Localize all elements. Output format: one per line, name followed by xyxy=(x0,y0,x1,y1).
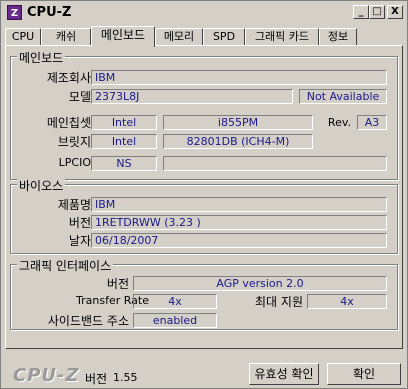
southbridge-model-value: 82801DB (ICH4-M) xyxy=(163,134,313,149)
southbridge-label: 브릿지 xyxy=(57,135,91,149)
cpuz-brand-logo: CPU-Z xyxy=(13,365,80,386)
chipset-label: 메인칩셋 xyxy=(46,116,91,130)
close-button[interactable]: X xyxy=(387,5,403,19)
max-supported-value: 4x xyxy=(307,294,387,309)
lpcio-model-value xyxy=(163,156,387,171)
bios-group: 바이오스 제품명 IBM 버전 1RETDRWW (3.23 ) 날자 06/1… xyxy=(10,177,398,254)
tab-graphics[interactable]: 그래픽 카드 xyxy=(245,28,319,45)
model-revision-value: Not Available xyxy=(299,89,387,104)
title-bar[interactable]: Z CPU-Z _ □ X xyxy=(3,3,405,22)
max-supported-label: 최대 지원 xyxy=(255,295,303,309)
tab-cpu[interactable]: CPU xyxy=(5,28,41,45)
chipset-vendor-value: Intel xyxy=(91,115,157,130)
graphic-interface-group: 그래픽 인터페이스 버전 AGP version 2.0 Transfer Ra… xyxy=(10,257,398,330)
tab-bar: CPU 캐쉬 메인보드 메모리 SPD 그래픽 카드 정보 xyxy=(5,26,405,47)
mainboard-legend: 메인보드 xyxy=(17,49,66,66)
rev-label: Rev. xyxy=(327,116,351,129)
lpcio-label: LPCIO xyxy=(58,156,91,169)
tab-cache[interactable]: 캐쉬 xyxy=(41,28,91,45)
tab-memory[interactable]: 메모리 xyxy=(155,28,203,45)
minimize-button[interactable]: _ xyxy=(353,5,369,19)
mainboard-panel: 메인보드 제조회사 IBM 모델 2373L8J Not Available 메… xyxy=(5,45,403,349)
chipset-rev-value: A3 xyxy=(357,115,387,130)
footer-version-label: 버전 xyxy=(85,372,108,386)
model-label: 모델 xyxy=(68,90,91,104)
bios-date-value: 06/18/2007 xyxy=(91,233,387,248)
footer-version-value: 1.55 xyxy=(113,371,138,384)
model-value: 2373L8J xyxy=(91,89,293,104)
southbridge-vendor-value: Intel xyxy=(91,134,157,149)
chipset-model-value: i855PM xyxy=(163,115,313,130)
manufacturer-label: 제조회사 xyxy=(46,71,91,85)
gi-version-value: AGP version 2.0 xyxy=(133,276,387,291)
tab-about[interactable]: 정보 xyxy=(319,28,357,45)
validate-button[interactable]: 유효성 확인 xyxy=(249,363,319,385)
manufacturer-value: IBM xyxy=(91,70,387,85)
lpcio-vendor-value: NS xyxy=(91,156,157,171)
cpuz-window: Z CPU-Z _ □ X CPU 캐쉬 메인보드 메모리 SPD 그래픽 카드… xyxy=(0,0,408,389)
window-title: CPU-Z xyxy=(27,5,72,20)
graphic-interface-legend: 그래픽 인터페이스 xyxy=(17,257,114,274)
gi-version-label: 버전 xyxy=(106,277,129,291)
bios-legend: 바이오스 xyxy=(17,177,66,194)
bios-version-label: 버전 xyxy=(68,216,91,230)
bios-brand-value: IBM xyxy=(91,197,387,212)
maximize-button[interactable]: □ xyxy=(369,5,385,19)
cpuz-app-icon: Z xyxy=(7,5,22,20)
side-band-value: enabled xyxy=(133,313,217,328)
bios-version-value: 1RETDRWW (3.23 ) xyxy=(91,215,387,230)
transfer-rate-value: 4x xyxy=(133,294,217,309)
bios-brand-label: 제품명 xyxy=(57,198,91,212)
bios-date-label: 날자 xyxy=(68,234,91,248)
mainboard-group: 메인보드 제조회사 IBM 모델 2373L8J Not Available 메… xyxy=(10,49,398,180)
ok-button[interactable]: 확인 xyxy=(327,363,401,385)
tab-spd[interactable]: SPD xyxy=(203,28,245,45)
tab-mainboard[interactable]: 메인보드 xyxy=(91,26,155,47)
side-band-label: 사이드밴드 주소 xyxy=(47,314,129,328)
